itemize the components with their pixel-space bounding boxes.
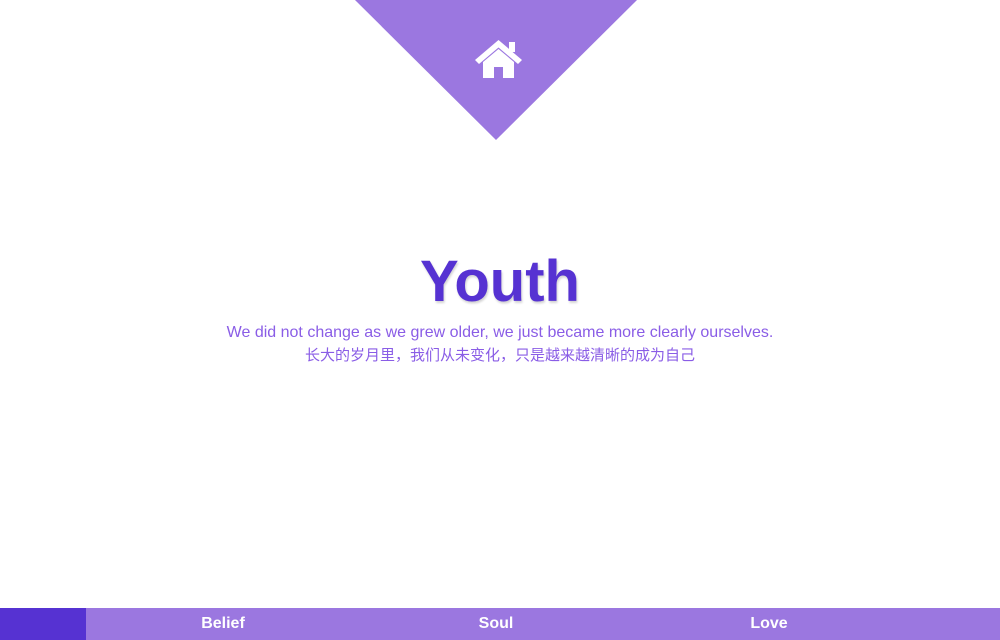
hero-subtitle-cn: 长大的岁月里，我们从未变化，只是越来越清晰的成为自己: [304, 346, 695, 364]
home-button[interactable]: [355, 0, 637, 140]
nav-active-indicator[interactable]: [0, 608, 86, 640]
hero-title: Youth: [420, 249, 580, 314]
hero-subtitle-en: We did not change as we grew older, we j…: [226, 324, 774, 341]
nav-item-love[interactable]: Love: [719, 608, 819, 640]
nav-item-belief[interactable]: Belief: [173, 608, 273, 640]
page: Youth We did not change as we grew older…: [0, 0, 1000, 640]
nav-item-soul[interactable]: Soul: [446, 608, 546, 640]
home-icon: [475, 40, 522, 78]
hero-section: Youth We did not change as we grew older…: [0, 248, 1000, 366]
bottom-nav: Belief Soul Love: [0, 608, 1000, 640]
